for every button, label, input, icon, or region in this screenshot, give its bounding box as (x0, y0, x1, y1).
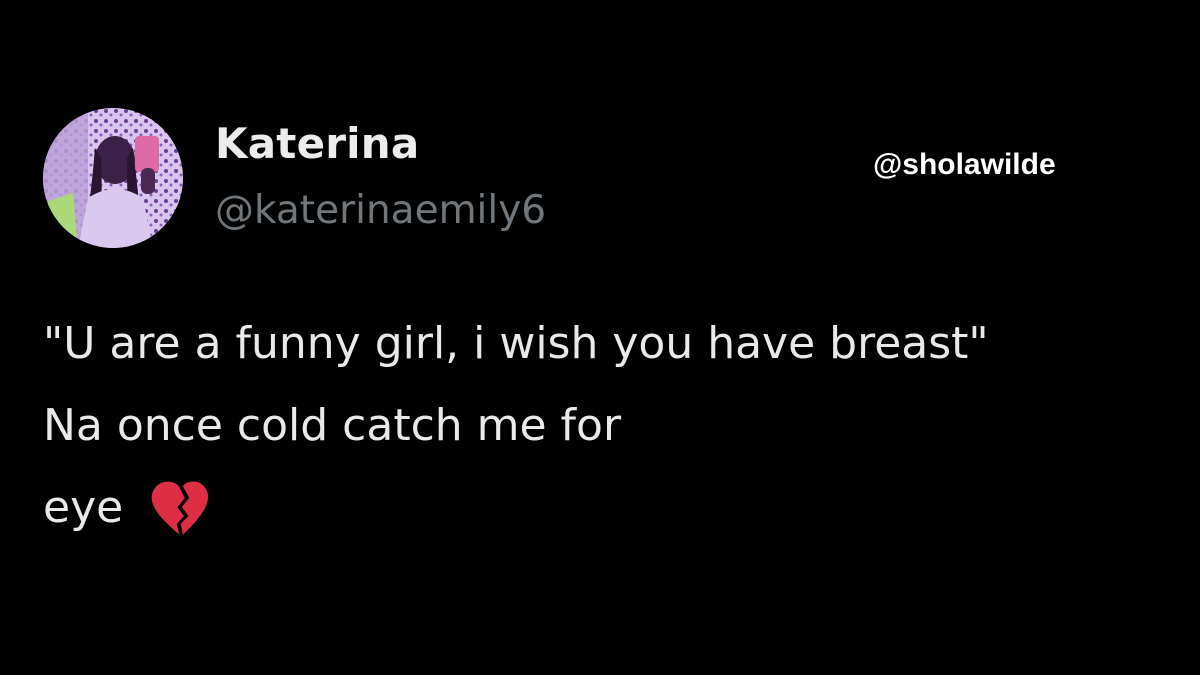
tweet-card: Katerina @katerinaemily6 @sholawilde "U … (0, 0, 1200, 675)
user-handle[interactable]: @katerinaemily6 (215, 186, 546, 236)
tweet-line-text: Na once cold catch me for (43, 400, 622, 451)
avatar-photo (43, 108, 183, 248)
tweet-text: "U are a funny girl, i wish you have bre… (43, 306, 1183, 552)
broken-heart-icon (147, 475, 213, 541)
tweet-line-text: eye (43, 482, 124, 533)
watermark: @sholawilde (873, 148, 1056, 181)
display-name[interactable]: Katerina (215, 118, 419, 170)
tweet-line-text: "U are a funny girl, i wish you have bre… (43, 318, 989, 369)
tweet-line: "U are a funny girl, i wish you have bre… (43, 306, 1183, 388)
avatar[interactable] (43, 108, 183, 248)
tweet-line: eye (43, 470, 1183, 552)
tweet-line: Na once cold catch me for (43, 388, 1183, 470)
